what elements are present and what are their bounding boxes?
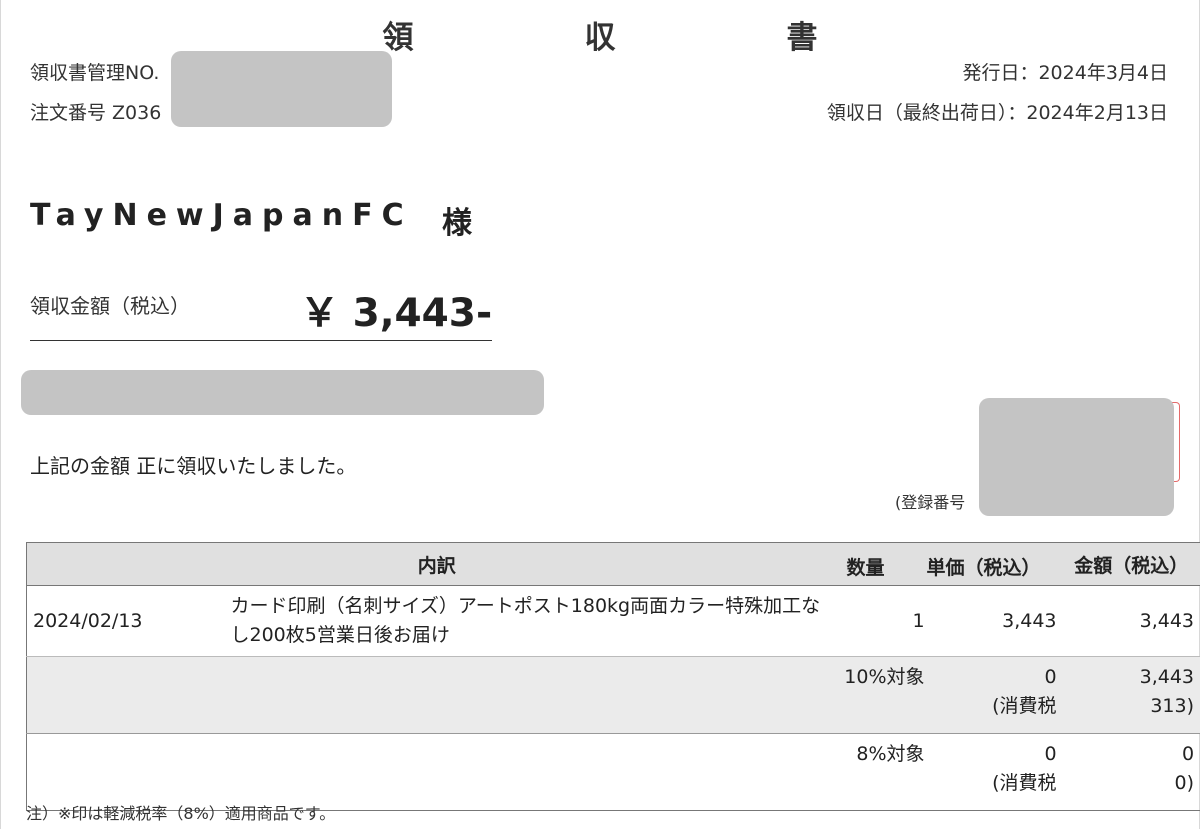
order-number-label: 注文番号 Z036 xyxy=(30,102,162,124)
tax-row-10: 10%対象 0 (消費税 3,443 313) xyxy=(26,656,1200,734)
amount-underline xyxy=(30,340,492,341)
tax-consumption-value: 0) xyxy=(1174,772,1195,794)
header-quantity: 数量 xyxy=(846,557,885,579)
tax-amount-8: 0 0) xyxy=(1063,734,1200,811)
redacted-line xyxy=(21,370,544,415)
amount-value: ￥ 3,443- xyxy=(300,291,493,336)
issue-date: 発行日：2024年3月4日 xyxy=(962,62,1168,84)
customer-honorific: 様 xyxy=(442,206,472,241)
tax-amount-value: 3,443 xyxy=(1139,666,1195,688)
receipt-date: 領収日（最終出荷日）：2024年2月13日 xyxy=(826,102,1168,124)
header-breakdown: 内訳 xyxy=(26,542,931,586)
redacted-seal-block xyxy=(979,398,1174,516)
customer-name: TayNewJapanFC xyxy=(30,198,413,233)
tax-amount-value: 0 xyxy=(1181,743,1195,765)
receipt-number-label: 領収書管理NO. xyxy=(30,62,160,84)
item-amount: 3,443 xyxy=(1062,585,1200,657)
item-date: 2024/02/13 xyxy=(26,585,223,657)
amount-label: 領収金額（税込） xyxy=(30,294,190,318)
breakdown-table: 内訳 数量 単価（税込） 金額（税込） 2024/02/13 カード印刷（名刺サ… xyxy=(26,542,1200,811)
tax-unit-value: 0 xyxy=(1044,743,1057,765)
table-header-row: 内訳 数量 単価（税込） 金額（税込） xyxy=(26,542,1200,586)
header-unit-price: 単価（税込） xyxy=(926,557,1041,579)
tax-consumption-label: (消費税 xyxy=(992,772,1057,794)
tax-consumption-label: (消費税 xyxy=(992,695,1057,717)
tax-label-8: 8%対象 xyxy=(856,743,925,765)
redacted-number-block xyxy=(171,51,392,127)
tax-unit-value: 0 xyxy=(1044,666,1057,688)
header-amount: 金額（税込） xyxy=(1062,542,1200,586)
tax-row-8: 8%対象 0 (消費税 0 0) xyxy=(27,734,1200,811)
table-row: 2024/02/13 カード印刷（名刺サイズ）アートポスト180kg両面カラー特… xyxy=(26,585,1200,657)
tax-amount-10: 3,443 313) xyxy=(1062,656,1200,734)
item-description: カード印刷（名刺サイズ）アートポスト180kg両面カラー特殊加工なし200枚5営… xyxy=(222,585,837,657)
tax-unit-10: 0 (消費税 xyxy=(930,656,1063,734)
item-unit-price: 3,443 xyxy=(930,585,1063,657)
item-quantity: 1 xyxy=(836,585,931,657)
header-quantity-unit: 数量 単価（税込） xyxy=(847,542,1063,586)
tax-label-10: 10%対象 xyxy=(222,656,931,734)
page-border-left xyxy=(0,0,1,829)
footnote: 注）※印は軽減税率（8%）適用商品です。 xyxy=(26,804,336,823)
registration-number-label: (登録番号 xyxy=(895,493,966,512)
tax-unit-8: 0 (消費税 xyxy=(931,734,1063,811)
acknowledgement-text: 上記の金額 正に領収いたしました。 xyxy=(30,454,357,478)
tax-consumption-value: 313) xyxy=(1150,695,1195,717)
